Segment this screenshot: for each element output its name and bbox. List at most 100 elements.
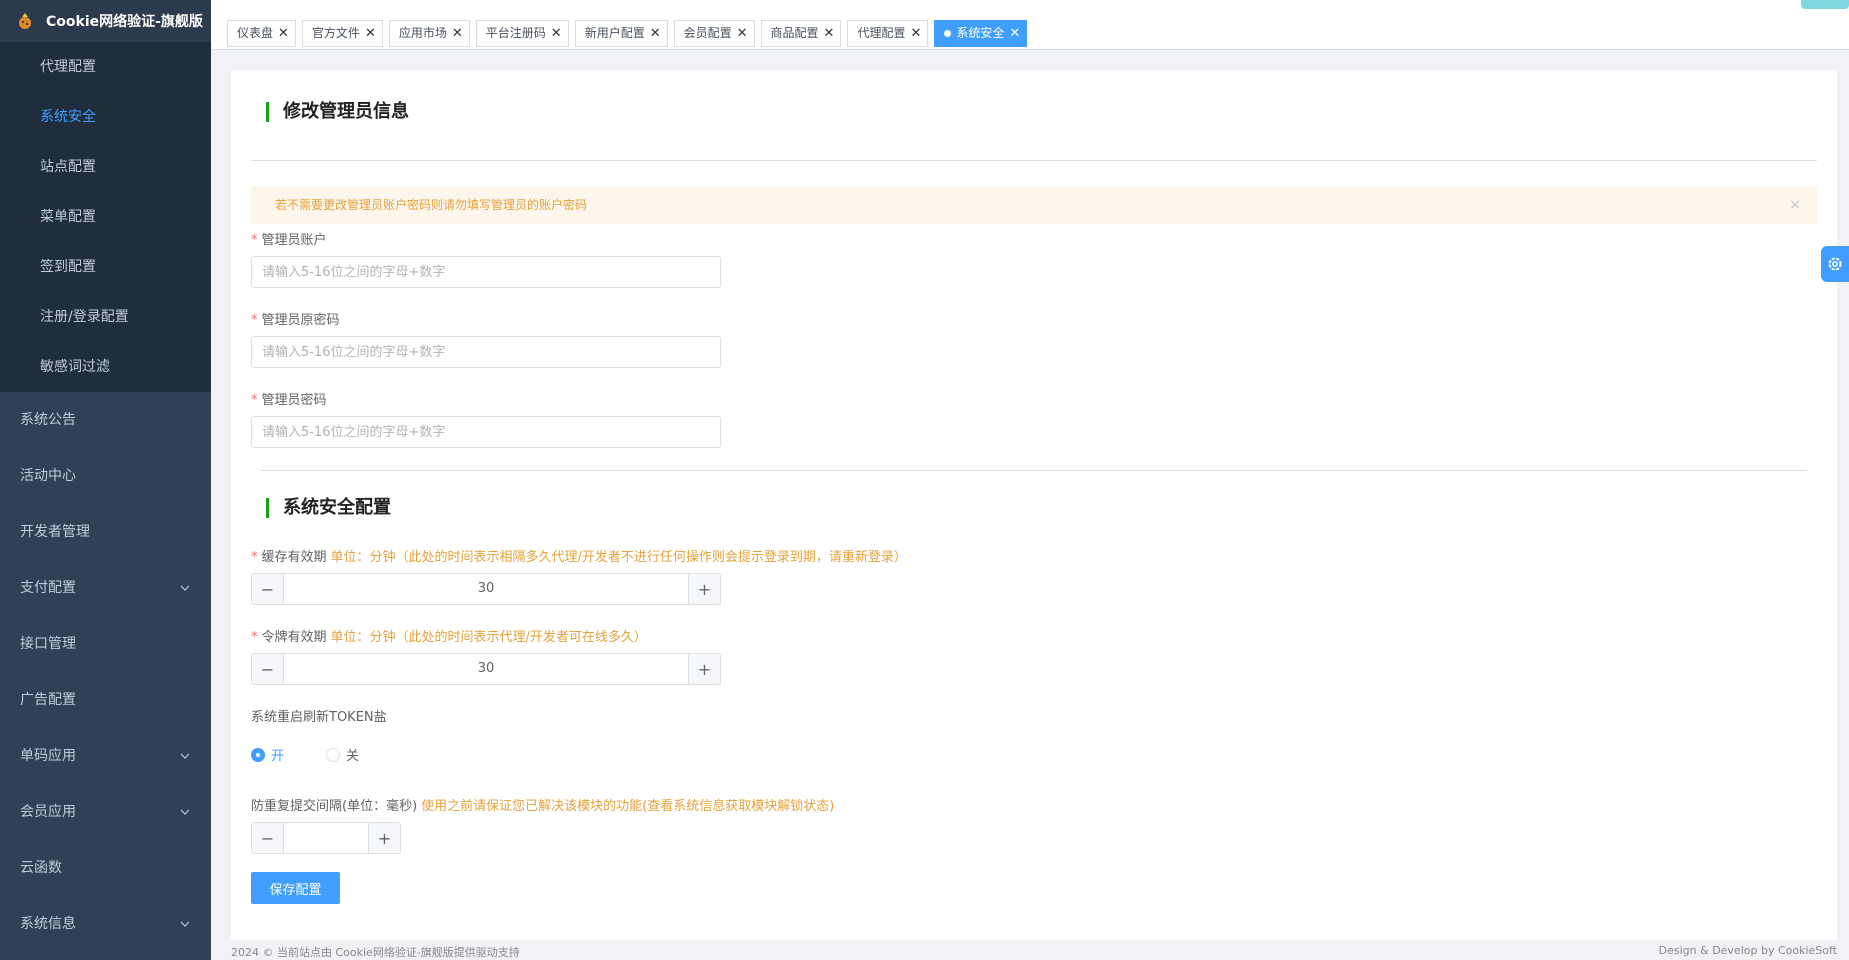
tab-label: 代理配置 xyxy=(857,26,906,40)
section-title-admin: 修改管理员信息 xyxy=(266,102,409,122)
tab-new-user-config[interactable]: 新用户配置 ✕ xyxy=(574,20,668,47)
tab-platform-reg-code[interactable]: 平台注册码 ✕ xyxy=(475,20,569,47)
tab-label: 仪表盘 xyxy=(237,26,274,40)
tab-label: 新用户配置 xyxy=(584,26,645,40)
admin-account-input[interactable] xyxy=(251,256,721,288)
tab-label: 商品配置 xyxy=(770,26,819,40)
footer-copyright: 2024 © 当前站点由 Cookie网络验证-旗舰版提供驱动支持 xyxy=(231,946,520,959)
cache-ttl-value[interactable]: 30 xyxy=(284,574,688,604)
close-icon[interactable]: ✕ xyxy=(824,21,835,46)
sidebar-item-label: 系统公告 xyxy=(20,412,76,428)
sidebar-item-activity-center[interactable]: 活动中心 xyxy=(0,448,211,504)
app-logo[interactable]: Cookie网络验证-旗舰版 xyxy=(0,0,211,42)
sidebar-item-checkin-config[interactable]: 签到配置 xyxy=(0,242,211,292)
tab-proxy-config[interactable]: 代理配置 ✕ xyxy=(847,20,929,47)
close-icon[interactable]: ✕ xyxy=(452,21,463,46)
close-icon[interactable]: ✕ xyxy=(737,21,748,46)
footer: 2024 © 当前站点由 Cookie网络验证-旗舰版提供驱动支持 Design… xyxy=(211,942,1849,960)
sidebar-item-cloud-functions[interactable]: 云函数 xyxy=(0,840,211,896)
increment-button[interactable]: + xyxy=(688,654,720,684)
divider xyxy=(251,160,1817,161)
sidebar-item-sensitive-word-filter[interactable]: 敏感词过滤 xyxy=(0,342,211,392)
cache-ttl-stepper: − 30 + xyxy=(251,573,721,605)
increment-button[interactable]: + xyxy=(688,574,720,604)
sidebar-item-system-info[interactable]: 系统信息 xyxy=(0,896,211,952)
sidebar-item-member-app[interactable]: 会员应用 xyxy=(0,784,211,840)
required-mark: * xyxy=(251,393,258,408)
tab-member-config[interactable]: 会员配置 ✕ xyxy=(673,20,755,47)
footer-credit: Design & Develop by CookieSoft xyxy=(1658,944,1837,957)
radio-off[interactable] xyxy=(326,747,341,762)
required-mark: * xyxy=(251,550,258,565)
cache-ttl-label: * 缓存有效期 单位：分钟（此处的时间表示相隔多久代理/开发者不进行任何操作则会提示… xyxy=(251,550,907,565)
sidebar-item-announcements[interactable]: 系统公告 xyxy=(0,392,211,448)
close-icon[interactable]: ✕ xyxy=(1009,21,1020,46)
admin-password-input[interactable] xyxy=(251,416,721,448)
resubmit-interval-label: 防重复提交间隔(单位：毫秒) 使用之前请保证您已解决该模块的功能(查看系统信息获取… xyxy=(251,799,835,814)
cookie-logo-icon xyxy=(19,13,31,29)
warning-alert: 若不需要更改管理员账户密码则请勿填写管理员的账户密码 × xyxy=(251,186,1817,224)
divider xyxy=(261,470,1807,471)
tab-system-security[interactable]: 系统安全 ✕ xyxy=(934,20,1028,47)
settings-button[interactable] xyxy=(1821,246,1849,282)
alert-text: 若不需要更改管理员账户密码则请勿填写管理员的账户密码 xyxy=(275,198,588,212)
required-mark: * xyxy=(251,313,258,328)
sidebar-item-single-code-app[interactable]: 单码应用 xyxy=(0,728,211,784)
tab-product-config[interactable]: 商品配置 ✕ xyxy=(760,20,842,47)
sidebar-item-register-login-config[interactable]: 注册/登录配置 xyxy=(0,292,211,342)
save-config-button[interactable]: 保存配置 xyxy=(251,872,340,904)
sidebar-item-proxy-config[interactable]: 代理配置 xyxy=(0,42,211,92)
sidebar-submenu: 代理配置 系统安全 站点配置 菜单配置 签到配置 注册/登录配置 敏感词过滤 xyxy=(0,42,211,392)
decrement-button[interactable]: − xyxy=(252,654,284,684)
token-ttl-label: * 令牌有效期 单位：分钟（此处的时间表示代理/开发者可在线多久） xyxy=(251,630,647,645)
admin-old-password-input[interactable] xyxy=(251,336,721,368)
top-right-button[interactable] xyxy=(1801,0,1849,9)
tab-label: 会员配置 xyxy=(683,26,732,40)
required-mark: * xyxy=(251,630,258,645)
radio-off-label[interactable]: 关 xyxy=(346,745,359,764)
close-icon[interactable]: ✕ xyxy=(278,21,289,46)
app-title: Cookie网络验证-旗舰版 xyxy=(46,14,203,30)
sidebar-item-label: 会员应用 xyxy=(20,804,76,820)
sidebar-item-site-config[interactable]: 站点配置 xyxy=(0,142,211,192)
increment-button[interactable]: + xyxy=(368,823,400,853)
radio-on-label[interactable]: 开 xyxy=(271,745,284,764)
sidebar-item-label: 开发者管理 xyxy=(20,524,90,540)
sidebar-item-label: 活动中心 xyxy=(20,468,76,484)
close-icon[interactable]: ✕ xyxy=(910,21,921,46)
admin-old-password-label: * 管理员原密码 xyxy=(251,313,340,328)
admin-password-label: * 管理员密码 xyxy=(251,393,327,408)
tab-official-files[interactable]: 官方文件 ✕ xyxy=(301,20,383,47)
resubmit-interval-stepper: − + xyxy=(251,822,401,854)
required-mark: * xyxy=(251,233,258,248)
decrement-button[interactable]: − xyxy=(252,574,284,604)
close-icon[interactable]: ✕ xyxy=(551,21,562,46)
cache-ttl-hint: 单位：分钟（此处的时间表示相隔多久代理/开发者不进行任何操作则会提示登录到期，请… xyxy=(330,550,907,565)
close-icon[interactable]: × xyxy=(1789,186,1801,224)
sidebar-item-api-management[interactable]: 接口管理 xyxy=(0,616,211,672)
active-dot-icon xyxy=(944,30,952,37)
chevron-down-icon xyxy=(180,921,190,927)
token-ttl-value[interactable]: 30 xyxy=(284,654,688,684)
tags-view-bar: 仪表盘 ✕ 官方文件 ✕ 应用市场 ✕ 平台注册码 ✕ 新用户配置 ✕ 会员配置 ✕ 商品配… xyxy=(211,0,1849,50)
decrement-button[interactable]: − xyxy=(252,823,284,853)
tab-label: 应用市场 xyxy=(398,26,447,40)
chevron-down-icon xyxy=(180,809,190,815)
close-icon[interactable]: ✕ xyxy=(650,21,661,46)
sidebar-item-ad-config[interactable]: 广告配置 xyxy=(0,672,211,728)
sidebar-item-developer-management[interactable]: 开发者管理 xyxy=(0,504,211,560)
resubmit-interval-value[interactable] xyxy=(284,823,368,853)
tab-app-market[interactable]: 应用市场 ✕ xyxy=(388,20,470,47)
close-icon[interactable]: ✕ xyxy=(365,21,376,46)
sidebar-item-menu-config[interactable]: 菜单配置 xyxy=(0,192,211,242)
radio-on[interactable] xyxy=(251,747,265,762)
sidebar-item-system-security[interactable]: 系统安全 xyxy=(0,92,211,142)
chevron-down-icon xyxy=(180,585,190,591)
section-title-security: 系统安全配置 xyxy=(266,498,391,518)
tab-dashboard[interactable]: 仪表盘 ✕ xyxy=(227,20,296,47)
gear-icon xyxy=(1828,257,1842,271)
chevron-down-icon xyxy=(180,753,190,759)
resubmit-interval-hint: 使用之前请保证您已解决该模块的功能(查看系统信息获取模块解锁状态) xyxy=(421,799,835,814)
tab-list: 仪表盘 ✕ 官方文件 ✕ 应用市场 ✕ 平台注册码 ✕ 新用户配置 ✕ 会员配置 ✕ 商品配… xyxy=(227,20,1028,47)
sidebar-item-payment-config[interactable]: 支付配置 xyxy=(0,560,211,616)
